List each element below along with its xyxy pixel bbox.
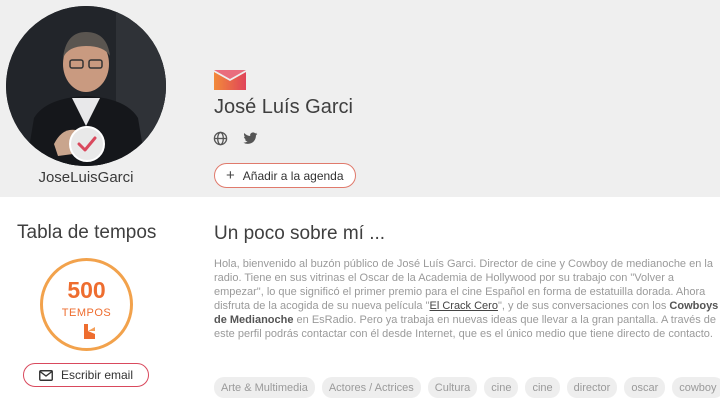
- tempos-badge: 500 TEMPOS: [40, 258, 133, 351]
- tag-item[interactable]: Actores / Actrices: [321, 377, 421, 398]
- add-to-agenda-label: Añadir a la agenda: [242, 168, 344, 183]
- add-to-agenda-button[interactable]: + Añadir a la agenda: [214, 163, 356, 188]
- tag-list: Arte & Multimedia Actores / Actrices Cul…: [214, 377, 720, 398]
- profile-name: José Luís Garci: [214, 96, 353, 118]
- about-text-part: ", y de sus conversaciones con los: [497, 300, 670, 313]
- tag-item[interactable]: cine: [484, 377, 519, 398]
- about-heading: Un poco sobre mí ...: [214, 223, 386, 244]
- tempos-count: 500: [67, 277, 106, 303]
- twitter-icon[interactable]: [241, 129, 259, 147]
- tag-item[interactable]: Cultura: [427, 377, 478, 398]
- globe-icon[interactable]: [211, 129, 229, 147]
- tag-item[interactable]: cine: [525, 377, 560, 398]
- social-links: [211, 129, 259, 147]
- tag-item[interactable]: director: [566, 377, 618, 398]
- plus-icon: +: [226, 167, 235, 184]
- brand-logo-icon: [214, 70, 246, 90]
- movie-link[interactable]: El Crack Cero: [430, 300, 498, 312]
- tag-item[interactable]: oscar: [624, 377, 666, 398]
- profile-header: JoseLuisGarci José Luís Garci + Añadir a…: [0, 0, 720, 197]
- tag-item[interactable]: Arte & Multimedia: [214, 377, 315, 398]
- write-email-label: Escribir email: [60, 368, 133, 382]
- about-description: Hola, bienvenido al buzón público de Jos…: [214, 257, 720, 342]
- envelope-icon: [39, 369, 53, 381]
- checkmark-badge-icon: [77, 136, 97, 152]
- tempos-label: TEMPOS: [61, 307, 112, 319]
- tag-item[interactable]: cowboy: [672, 377, 720, 398]
- tempos-heading: Tabla de tempos: [17, 222, 157, 243]
- write-email-button[interactable]: Escribir email: [23, 363, 149, 387]
- username: JoseLuisGarci: [38, 169, 134, 186]
- verified-badge: [69, 126, 105, 162]
- tempos-logo-icon: [84, 324, 95, 339]
